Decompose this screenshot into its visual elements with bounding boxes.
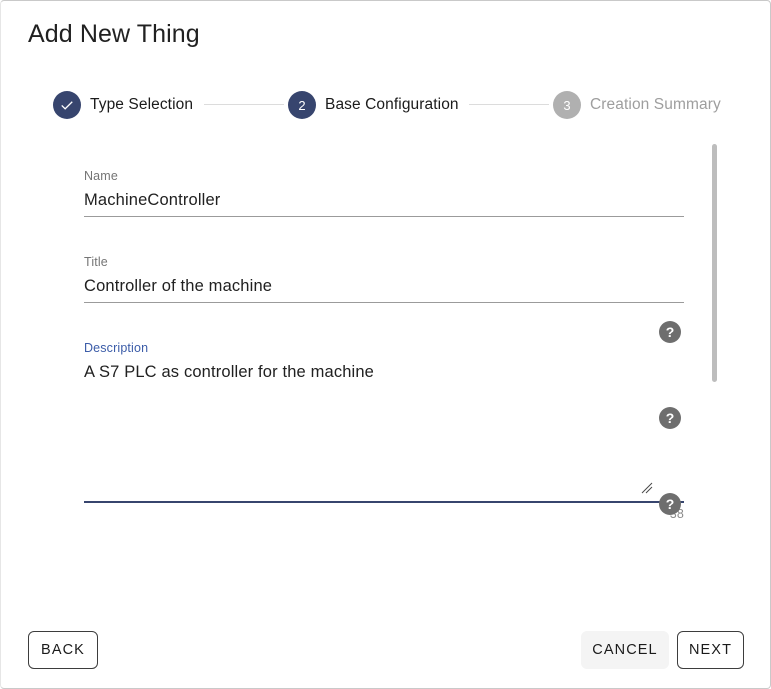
field-underline-focused (84, 501, 684, 503)
stepper-connector (469, 104, 549, 105)
add-new-thing-dialog: Add New Thing Type Selection 2 Base Conf… (0, 0, 771, 689)
help-icon[interactable]: ? (659, 493, 681, 515)
stepper-label-creation-summary: Creation Summary (590, 96, 721, 113)
back-button[interactable]: BACK (28, 631, 98, 669)
resize-handle-icon[interactable] (641, 482, 653, 494)
field-name: Name MachineController (84, 169, 684, 217)
name-input[interactable]: MachineController (84, 189, 684, 211)
step-indicator-upcoming: 3 (553, 91, 581, 119)
field-label-name: Name (84, 169, 118, 183)
form-scroll-area: Name MachineController ? Title Controlle… (1, 135, 770, 615)
scrollbar-thumb[interactable] (712, 144, 717, 382)
step-indicator-active: 2 (288, 91, 316, 119)
field-label-description: Description (84, 341, 149, 355)
field-description: Description A S7 PLC as controller for t… (84, 341, 684, 521)
title-input[interactable]: Controller of the machine (84, 275, 684, 297)
field-label-title: Title (84, 255, 108, 269)
character-counter: 38 (669, 507, 684, 521)
stepper-connector (204, 104, 284, 105)
wizard-stepper: Type Selection 2 Base Configuration 3 Cr… (1, 87, 770, 123)
field-underline (84, 302, 684, 303)
dialog-footer: BACK CANCEL NEXT (1, 613, 770, 688)
page-title: Add New Thing (28, 20, 200, 48)
stepper-step-type-selection[interactable]: Type Selection (53, 87, 193, 123)
next-button[interactable]: NEXT (677, 631, 744, 669)
stepper-step-creation-summary[interactable]: 3 Creation Summary (553, 87, 721, 123)
cancel-button[interactable]: CANCEL (581, 631, 669, 669)
stepper-label-type-selection: Type Selection (90, 96, 194, 113)
help-icon[interactable]: ? (659, 321, 681, 343)
step-indicator-completed (53, 91, 81, 119)
check-icon (61, 101, 73, 110)
field-title: Title Controller of the machine (84, 255, 684, 303)
field-underline (84, 216, 684, 217)
form-scrollbar[interactable] (710, 139, 718, 519)
description-textarea[interactable]: A S7 PLC as controller for the machine (84, 361, 684, 496)
stepper-step-base-configuration[interactable]: 2 Base Configuration (288, 87, 459, 123)
stepper-label-base-configuration: Base Configuration (325, 96, 459, 113)
description-value: A S7 PLC as controller for the machine (84, 363, 375, 381)
